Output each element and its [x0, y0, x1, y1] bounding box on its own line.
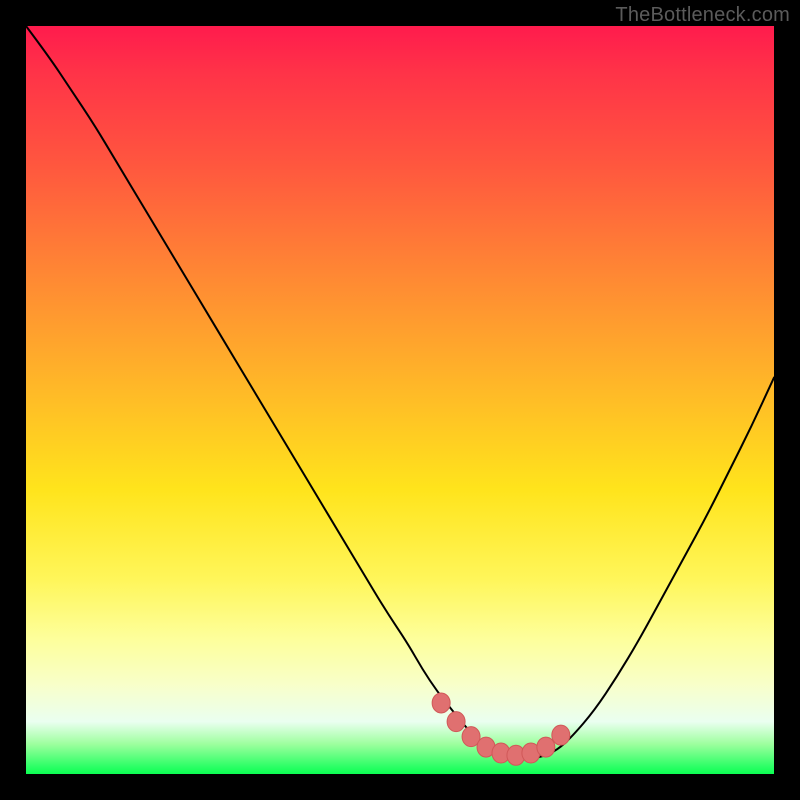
curve-layer	[26, 26, 774, 774]
bottleneck-curve	[26, 26, 774, 758]
marker-dot	[447, 712, 465, 732]
watermark-text: TheBottleneck.com	[615, 4, 790, 27]
marker-dot	[552, 725, 570, 745]
gradient-plot-area	[26, 26, 774, 774]
marker-dot	[537, 737, 555, 757]
optimal-range-markers	[432, 693, 570, 765]
marker-dot	[432, 693, 450, 713]
chart-frame: TheBottleneck.com	[0, 0, 800, 800]
